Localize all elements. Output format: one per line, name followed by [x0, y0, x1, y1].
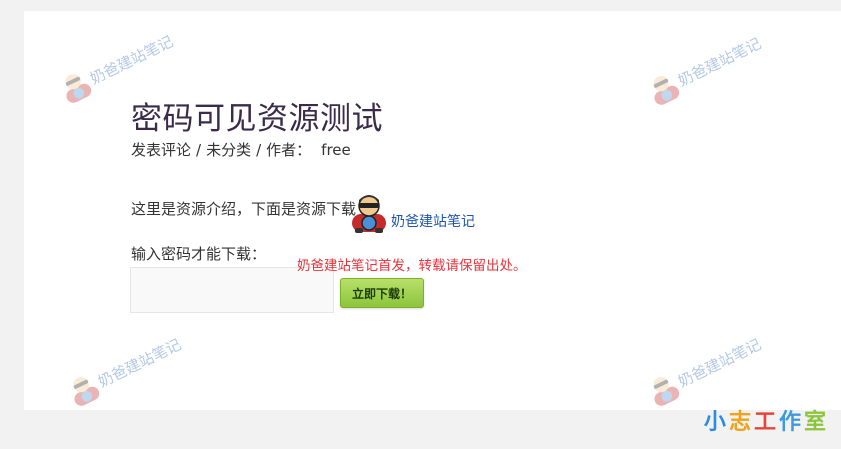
post-meta: 发表评论 / 未分类 / 作者： free [131, 139, 351, 160]
comment-link[interactable]: 发表评论 [131, 141, 191, 159]
download-button[interactable]: 立即下载！ [340, 278, 424, 308]
cartoon-mascot-icon [352, 195, 386, 233]
category-link[interactable]: 未分类 [206, 141, 251, 159]
studio-char: 工 [753, 410, 779, 435]
author-label: 作者： [266, 141, 312, 159]
post-title: 密码可见资源测试 [131, 101, 383, 137]
meta-separator: / [256, 141, 262, 159]
studio-char: 志 [728, 410, 754, 435]
studio-logo: 小志工作室 [704, 404, 829, 436]
mascot-badge: 奶爸建站笔记 [350, 190, 475, 234]
copyright-notice: 奶爸建站笔记首发，转载请保留出处。 [297, 258, 527, 274]
badge-link[interactable]: 奶爸建站笔记 [391, 211, 475, 231]
meta-separator: / [196, 141, 202, 159]
resource-intro: 这里是资源介绍，下面是资源下载 [131, 200, 357, 218]
studio-char: 室 [803, 410, 829, 435]
author-link[interactable]: free [321, 141, 351, 159]
password-label: 输入密码才能下载： [131, 245, 267, 263]
studio-char: 作 [778, 410, 804, 435]
studio-char: 小 [703, 410, 729, 435]
